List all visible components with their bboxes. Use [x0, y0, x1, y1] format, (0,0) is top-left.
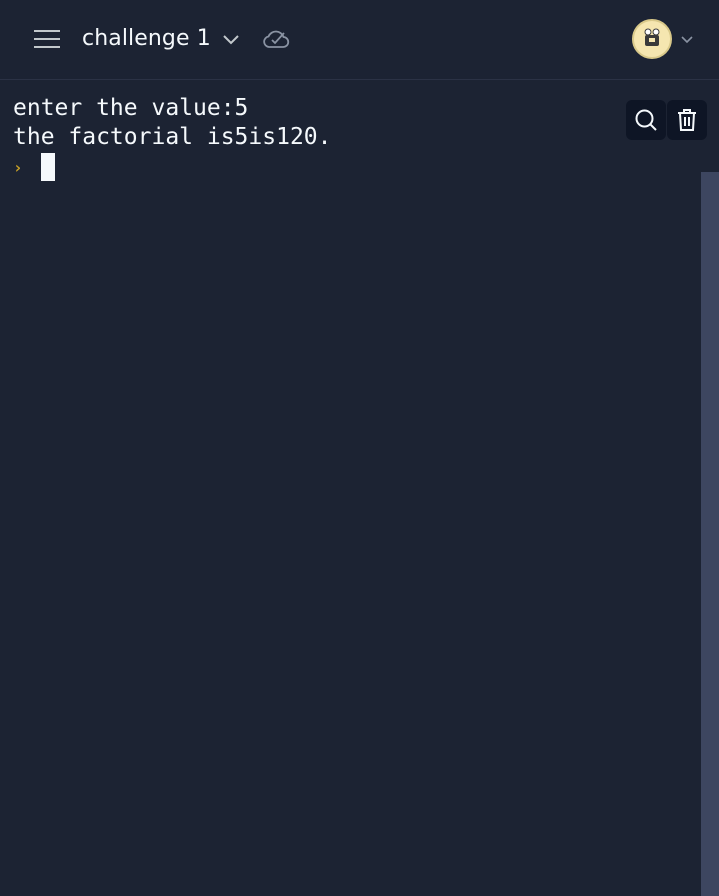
- cloud-check-icon: [260, 24, 292, 54]
- clear-console-button[interactable]: [667, 100, 707, 140]
- user-avatar-icon: [644, 28, 660, 46]
- search-button[interactable]: [626, 100, 666, 140]
- console-prompt[interactable]: ›: [13, 152, 55, 182]
- prompt-arrow-icon: ›: [13, 157, 23, 177]
- text-cursor: [41, 153, 55, 181]
- search-icon: [635, 109, 657, 131]
- trash-icon: [678, 109, 696, 131]
- top-bar: challenge 1: [0, 0, 719, 80]
- repl-dropdown-button[interactable]: [217, 26, 245, 52]
- console-line: enter the value:5: [13, 95, 249, 121]
- console-output[interactable]: enter the value:5 the factorial is5is120…: [0, 80, 707, 896]
- scrollbar[interactable]: [701, 172, 719, 896]
- chevron-down-icon: [680, 32, 694, 46]
- hamburger-menu-icon: [34, 30, 60, 48]
- avatar: [632, 19, 672, 59]
- repl-title[interactable]: challenge 1: [82, 22, 211, 56]
- account-menu-button[interactable]: [632, 18, 702, 60]
- chevron-down-icon: [223, 35, 239, 45]
- menu-button[interactable]: [30, 24, 64, 54]
- console-line: the factorial is5is120.: [13, 124, 332, 150]
